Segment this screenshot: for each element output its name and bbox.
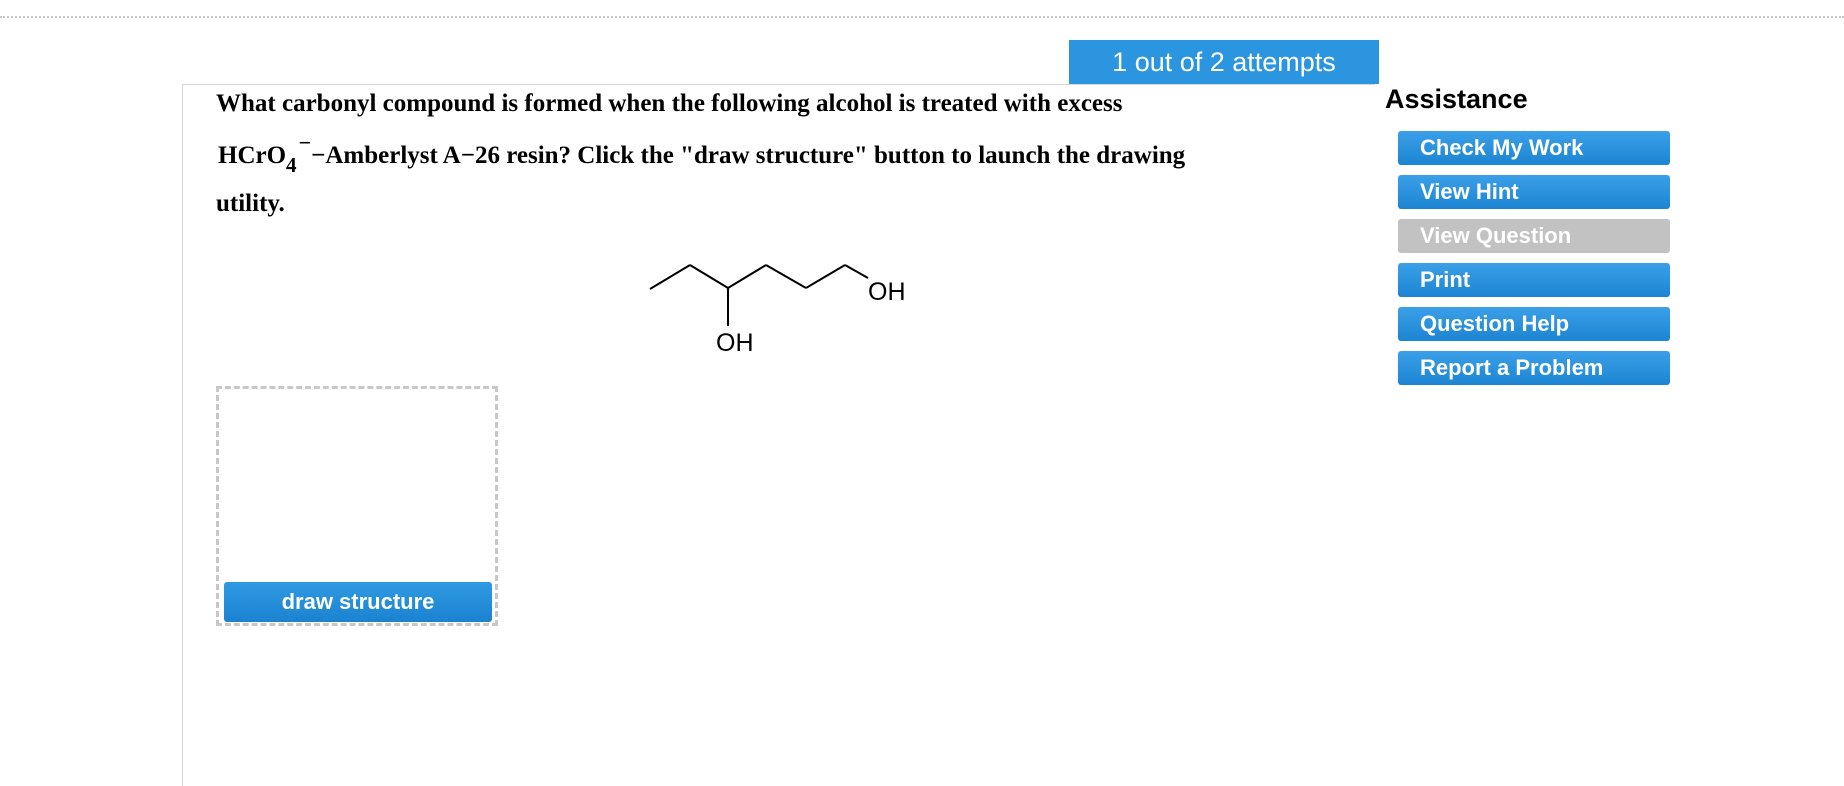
page: 1 out of 2 attempts What carbonyl compou… [0, 0, 1844, 786]
question-line-1: What carbonyl compound is formed when th… [216, 90, 1123, 117]
reagent-charge: − [298, 130, 312, 155]
attempts-banner: 1 out of 2 attempts [1069, 40, 1379, 84]
report-a-problem-button[interactable]: Report a Problem [1398, 351, 1670, 385]
question-line-2-text: −Amberlyst A−26 resin? Click the "draw s… [311, 142, 1186, 169]
reagent-subscript: 4 [286, 153, 297, 177]
question-help-button[interactable]: Question Help [1398, 307, 1670, 341]
question-line-3: utility. [216, 190, 285, 217]
alcohol-structure: OH OH [649, 264, 906, 357]
print-button[interactable]: Print [1398, 263, 1670, 297]
oh-label-right: OH [868, 278, 906, 306]
assistance-title: Assistance [1385, 84, 1528, 114]
view-hint-button[interactable]: View Hint [1398, 175, 1670, 209]
top-divider [0, 16, 1844, 18]
reagent-formula: HCrO [218, 142, 287, 169]
oh-label-bottom: OH [716, 329, 754, 357]
draw-structure-button[interactable]: draw structure [224, 582, 492, 622]
question-line-2: HCrO4−−Amberlyst A−26 resin? Click the "… [218, 130, 1186, 177]
check-my-work-button[interactable]: Check My Work [1398, 131, 1670, 165]
skeletal-bonds [649, 264, 869, 326]
view-question-button: View Question [1398, 219, 1670, 253]
